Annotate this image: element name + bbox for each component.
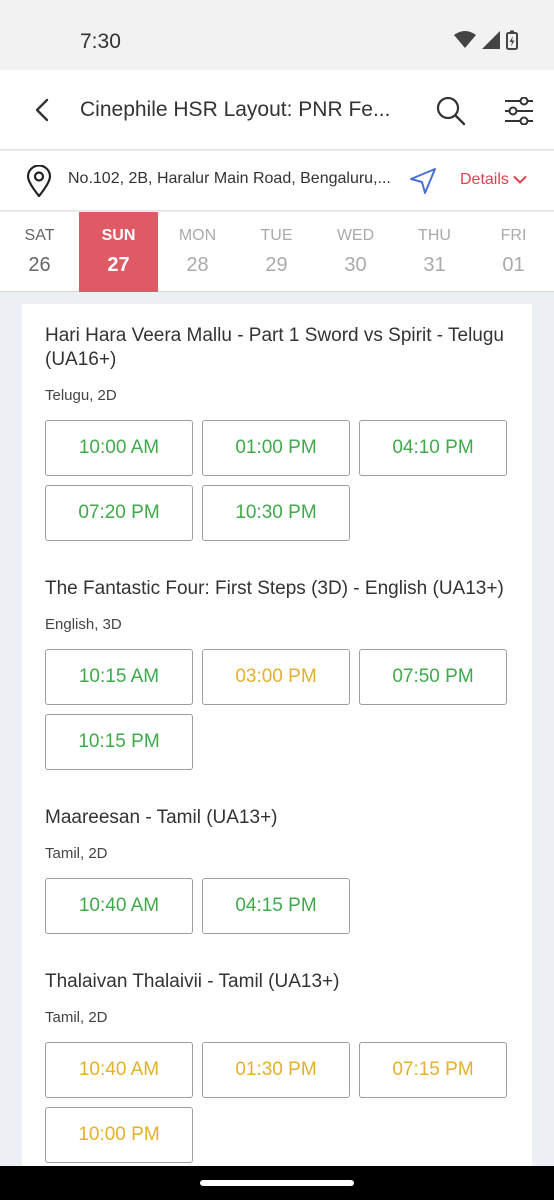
date-day-of-week: THU <box>418 227 451 244</box>
showtime-button[interactable]: 10:00 PM <box>45 1107 193 1163</box>
date-tab-mon[interactable]: MON 28 <box>158 212 237 292</box>
date-day-of-week: WED <box>336 227 375 244</box>
date-day-number: 01 <box>502 254 525 276</box>
movie-format: English, 3D <box>45 616 122 633</box>
movie-card: Hari Hara Veera Mallu - Part 1 Sword vs … <box>22 304 532 557</box>
sliders-icon <box>505 97 533 125</box>
date-day-of-week: SUN <box>101 227 136 244</box>
app-bar: Cinephile HSR Layout: PNR Fe... <box>0 70 554 150</box>
movie-format: Tamil, 2D <box>45 1009 108 1026</box>
movie-title[interactable]: The Fantastic Four: First Steps (3D) - E… <box>45 577 509 601</box>
back-button[interactable] <box>24 92 60 128</box>
movie-title[interactable]: Hari Hara Veera Mallu - Part 1 Sword vs … <box>45 324 509 372</box>
date-day-number: 31 <box>423 254 446 276</box>
movie-format: Telugu, 2D <box>45 387 117 404</box>
page-title: Cinephile HSR Layout: PNR Fe... <box>80 98 391 121</box>
movie-title[interactable]: Thalaivan Thalaivii - Tamil (UA13+) <box>45 970 509 994</box>
date-tab-fri[interactable]: FRI 01 <box>474 212 553 292</box>
filter-button[interactable] <box>500 92 538 130</box>
showtime-button[interactable]: 10:15 PM <box>45 714 193 770</box>
showtime-button[interactable]: 07:15 PM <box>359 1042 507 1098</box>
showtime-button[interactable]: 10:00 AM <box>45 420 193 476</box>
showtime-button[interactable]: 03:00 PM <box>202 649 350 705</box>
showtime-grid: 10:40 AM 04:15 PM <box>45 878 509 950</box>
showtime-button[interactable]: 10:30 PM <box>202 485 350 541</box>
cell-signal-icon <box>482 31 500 49</box>
details-label: Details <box>460 171 509 188</box>
date-day-number: 26 <box>28 254 51 276</box>
showtime-button[interactable]: 10:15 AM <box>45 649 193 705</box>
chevron-down-icon <box>513 176 527 184</box>
date-day-number: 29 <box>265 254 288 276</box>
battery-icon <box>506 30 518 50</box>
movie-card: Thalaivan Thalaivii - Tamil (UA13+) Tamil… <box>22 950 532 1168</box>
showtime-button[interactable]: 01:00 PM <box>202 420 350 476</box>
showtime-grid: 10:15 AM 03:00 PM 07:50 PM 10:15 PM <box>45 649 509 786</box>
date-day-number: 30 <box>344 254 367 276</box>
date-tab-wed[interactable]: WED 30 <box>316 212 395 292</box>
date-day-number: 27 <box>107 254 130 276</box>
venue-address: No.102, 2B, Haralur Main Road, Bengaluru… <box>68 170 391 187</box>
movie-card: The Fantastic Four: First Steps (3D) - E… <box>22 557 532 786</box>
showtime-button[interactable]: 01:30 PM <box>202 1042 350 1098</box>
status-time: 7:30 <box>80 30 121 53</box>
showtime-grid: 10:00 AM 01:00 PM 04:10 PM 07:20 PM 10:30 PM <box>45 420 509 557</box>
date-tab-thu[interactable]: THU 31 <box>395 212 474 292</box>
date-day-of-week: MON <box>178 227 217 244</box>
navigation-arrow-icon[interactable] <box>408 166 438 196</box>
showtime-button[interactable]: 07:20 PM <box>45 485 193 541</box>
movie-title[interactable]: Maareesan - Tamil (UA13+) <box>45 806 509 830</box>
wifi-icon <box>454 31 476 48</box>
search-button[interactable] <box>432 92 470 130</box>
status-icons <box>454 30 518 50</box>
details-link[interactable]: Details <box>460 171 527 189</box>
date-tab-sun[interactable]: SUN 27 <box>79 212 158 292</box>
date-day-of-week: TUE <box>260 227 293 244</box>
arrow-left-icon <box>35 98 49 122</box>
system-nav-bar <box>0 1166 554 1200</box>
search-icon <box>436 96 466 126</box>
date-day-of-week: FRI <box>500 227 527 244</box>
showtime-button[interactable]: 04:15 PM <box>202 878 350 934</box>
date-day-of-week: SAT <box>24 227 55 244</box>
status-bar: 7:30 <box>0 0 554 70</box>
showtime-button[interactable]: 07:50 PM <box>359 649 507 705</box>
movie-card: Maareesan - Tamil (UA13+) Tamil, 2D 10:40 … <box>22 786 532 950</box>
movie-format: Tamil, 2D <box>45 845 108 862</box>
map-pin-icon <box>26 165 52 197</box>
date-selector: SAT 26 SUN 27 MON 28 TUE 29 WED 30 THU 31 FRI 01 <box>0 212 554 292</box>
showtime-button[interactable]: 04:10 PM <box>359 420 507 476</box>
showtime-grid: 10:40 AM 01:30 PM 07:15 PM 10:00 PM <box>45 1042 509 1168</box>
date-day-number: 28 <box>186 254 209 276</box>
date-tab-tue[interactable]: TUE 29 <box>237 212 316 292</box>
venue-bar: No.102, 2B, Haralur Main Road, Bengaluru… <box>0 151 554 211</box>
showtime-button[interactable]: 10:40 AM <box>45 878 193 934</box>
showtime-button[interactable]: 10:40 AM <box>45 1042 193 1098</box>
date-tab-sat[interactable]: SAT 26 <box>0 212 79 292</box>
showtime-list: Hari Hara Veera Mallu - Part 1 Sword vs … <box>22 304 532 1168</box>
home-gesture-handle[interactable] <box>200 1180 354 1186</box>
